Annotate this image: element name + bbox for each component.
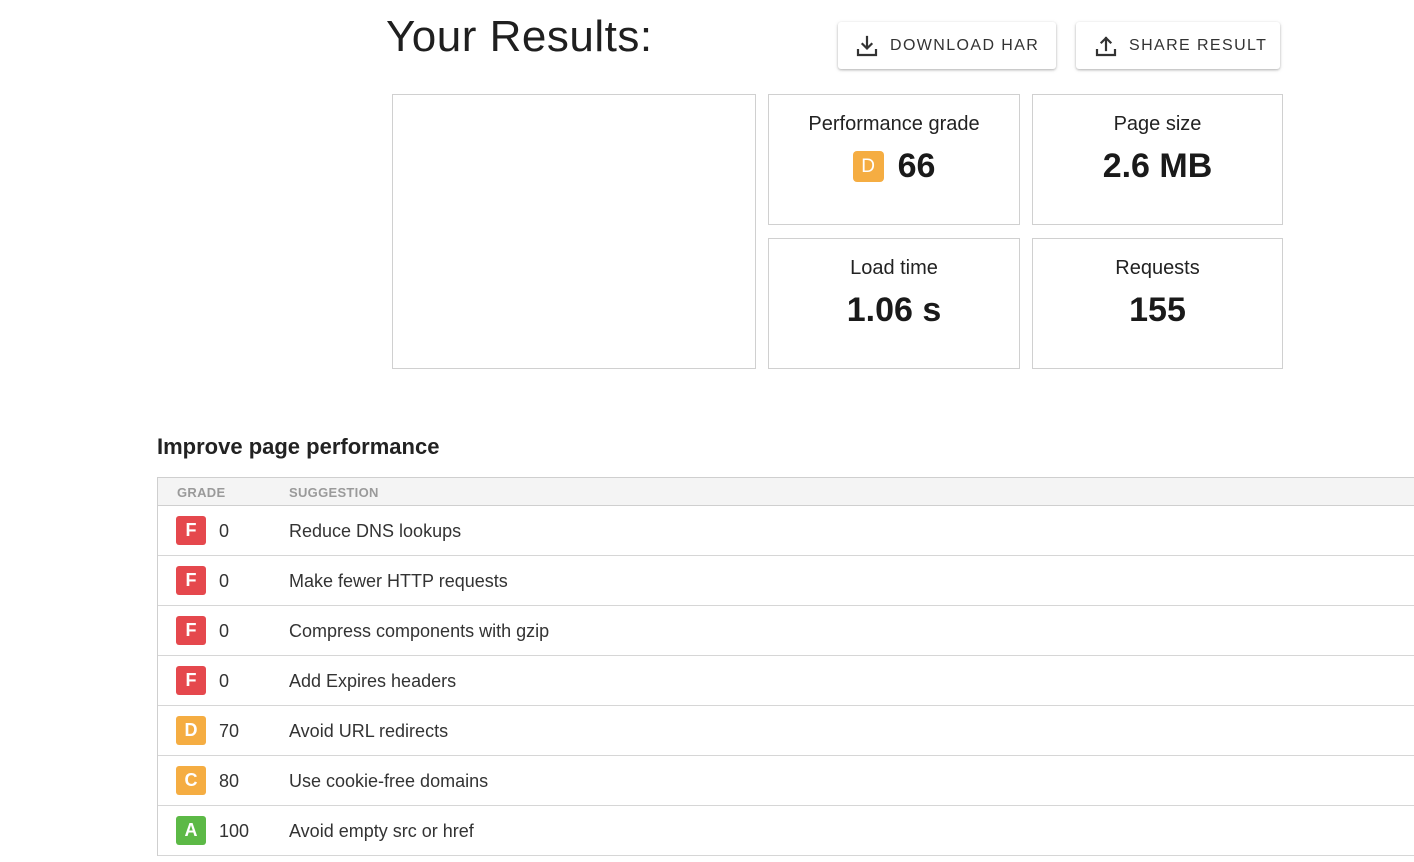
- load-time-value: 1.06 s: [846, 291, 942, 329]
- grade-score: 0: [219, 521, 230, 541]
- suggestion-text[interactable]: Use cookie-free domains: [289, 771, 488, 792]
- table-row[interactable]: C 80 Use cookie-free domains: [158, 756, 1414, 806]
- grade-score: 100: [219, 821, 250, 841]
- grade-badge: F: [176, 566, 206, 595]
- column-header-suggestion[interactable]: SUGGESTION: [289, 485, 379, 500]
- grade-badge: A: [176, 816, 206, 845]
- grade-score: 80: [219, 771, 240, 791]
- grade-score: 0: [219, 571, 230, 591]
- share-result-label: SHARE RESULT: [1129, 36, 1268, 54]
- grade-badge: D: [176, 716, 206, 745]
- table-row[interactable]: F 0 Make fewer HTTP requests: [158, 556, 1414, 606]
- download-har-button[interactable]: DOWNLOAD HAR: [838, 22, 1056, 69]
- grade-badge: C: [176, 766, 206, 795]
- requests-value: 155: [1129, 291, 1186, 329]
- page-screenshot-preview: [392, 94, 756, 369]
- section-title: Improve page performance: [157, 434, 440, 459]
- download-har-label: DOWNLOAD HAR: [890, 36, 1040, 54]
- grade-badge: F: [176, 616, 206, 645]
- load-time-label: Load time: [850, 257, 938, 279]
- performance-grade-value: 66: [897, 147, 936, 185]
- suggestion-text[interactable]: Add Expires headers: [289, 671, 456, 692]
- share-result-button[interactable]: SHARE RESULT: [1076, 22, 1280, 69]
- suggestion-text[interactable]: Make fewer HTTP requests: [289, 571, 508, 592]
- download-icon: [855, 34, 879, 58]
- grade-badge: F: [176, 666, 206, 695]
- grade-badge: F: [176, 516, 206, 545]
- column-header-grade[interactable]: GRADE: [177, 485, 225, 500]
- suggestion-text[interactable]: Compress components with gzip: [289, 621, 549, 642]
- page-size-card: Page size 2.6 MB: [1032, 94, 1283, 225]
- grade-score: 0: [219, 621, 230, 641]
- table-row[interactable]: D 70 Avoid URL redirects: [158, 706, 1414, 756]
- table-row[interactable]: F 0 Compress components with gzip: [158, 606, 1414, 656]
- page-title: Your Results:: [386, 12, 653, 61]
- table-row[interactable]: F 0 Reduce DNS lookups: [158, 506, 1414, 556]
- share-icon: [1094, 34, 1118, 58]
- grade-score: 70: [219, 721, 240, 741]
- table-row[interactable]: A 100 Avoid empty src or href: [158, 806, 1414, 856]
- table-header: GRADE SUGGESTION: [158, 478, 1414, 506]
- page-size-label: Page size: [1113, 113, 1202, 135]
- grade-score: 0: [219, 671, 230, 691]
- requests-card: Requests 155: [1032, 238, 1283, 369]
- grade-badge: D: [852, 151, 884, 182]
- suggestion-text[interactable]: Avoid empty src or href: [289, 821, 474, 842]
- table-row[interactable]: F 0 Add Expires headers: [158, 656, 1414, 706]
- requests-label: Requests: [1115, 257, 1200, 279]
- suggestion-text[interactable]: Avoid URL redirects: [289, 721, 448, 742]
- suggestion-text[interactable]: Reduce DNS lookups: [289, 521, 461, 542]
- load-time-card: Load time 1.06 s: [768, 238, 1020, 369]
- performance-grade-label: Performance grade: [808, 113, 980, 135]
- performance-grade-card: Performance grade D 66: [768, 94, 1020, 225]
- results-page: Your Results: DOWNLOAD HAR SHARE RESULT …: [0, 0, 1414, 862]
- suggestions-table: GRADE SUGGESTION F 0 Reduce DNS lookups …: [157, 477, 1414, 856]
- page-size-value: 2.6 MB: [1102, 147, 1213, 185]
